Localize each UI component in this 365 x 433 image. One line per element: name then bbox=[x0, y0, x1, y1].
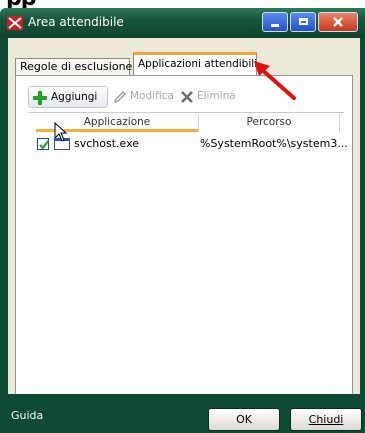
check-icon bbox=[39, 140, 49, 150]
cursor-icon bbox=[54, 122, 68, 142]
tab-trusted-applications[interactable]: Applicazioni attendibili bbox=[133, 52, 257, 76]
column-header-path[interactable]: Percorso bbox=[198, 114, 340, 132]
table-row[interactable]: svchost.exe %SystemRoot%\system3... bbox=[36, 136, 350, 152]
cell-path: %SystemRoot%\system3... bbox=[200, 137, 348, 150]
edit-button-label: Modifica bbox=[130, 90, 174, 102]
window-title: Area attendibile bbox=[28, 15, 124, 29]
dialog-client: Regole di esclusione Applicazioni attend… bbox=[8, 38, 360, 422]
maximize-icon bbox=[298, 18, 308, 25]
table-header: Applicazione Percorso bbox=[36, 114, 350, 132]
app-icon bbox=[7, 16, 23, 30]
close-window-button[interactable] bbox=[318, 12, 358, 32]
minimize-icon bbox=[271, 24, 279, 27]
dialog-footer: Guida OK Chiudi bbox=[0, 394, 365, 433]
close-button[interactable]: Chiudi bbox=[290, 408, 362, 431]
delete-icon bbox=[179, 89, 195, 105]
add-button-label: Aggiungi bbox=[51, 91, 98, 103]
edit-icon bbox=[112, 89, 128, 105]
row-checkbox[interactable] bbox=[37, 138, 49, 150]
cell-application-name: svchost.exe bbox=[74, 137, 140, 150]
title-bar[interactable]: Area attendibile bbox=[0, 8, 365, 38]
maximize-button[interactable] bbox=[290, 12, 316, 32]
delete-button-label: Elimina bbox=[197, 90, 236, 102]
toolbar: Aggiungi Modifica Elimina bbox=[28, 86, 348, 108]
toolbar-divider bbox=[28, 112, 344, 113]
edit-button[interactable]: Modifica bbox=[112, 86, 174, 108]
add-icon bbox=[32, 90, 48, 106]
minimize-button[interactable] bbox=[262, 12, 288, 32]
annotation-arrow bbox=[254, 61, 296, 100]
help-link[interactable]: Guida bbox=[11, 409, 43, 422]
close-icon bbox=[333, 17, 343, 27]
add-button[interactable]: Aggiungi bbox=[28, 86, 108, 108]
tab-exclusion-rules[interactable]: Regole di esclusione bbox=[15, 58, 132, 76]
ok-button[interactable]: OK bbox=[208, 408, 280, 431]
delete-button[interactable]: Elimina bbox=[179, 86, 236, 108]
dialog-window: Area attendibile Regole di esclusione Ap… bbox=[0, 8, 365, 433]
